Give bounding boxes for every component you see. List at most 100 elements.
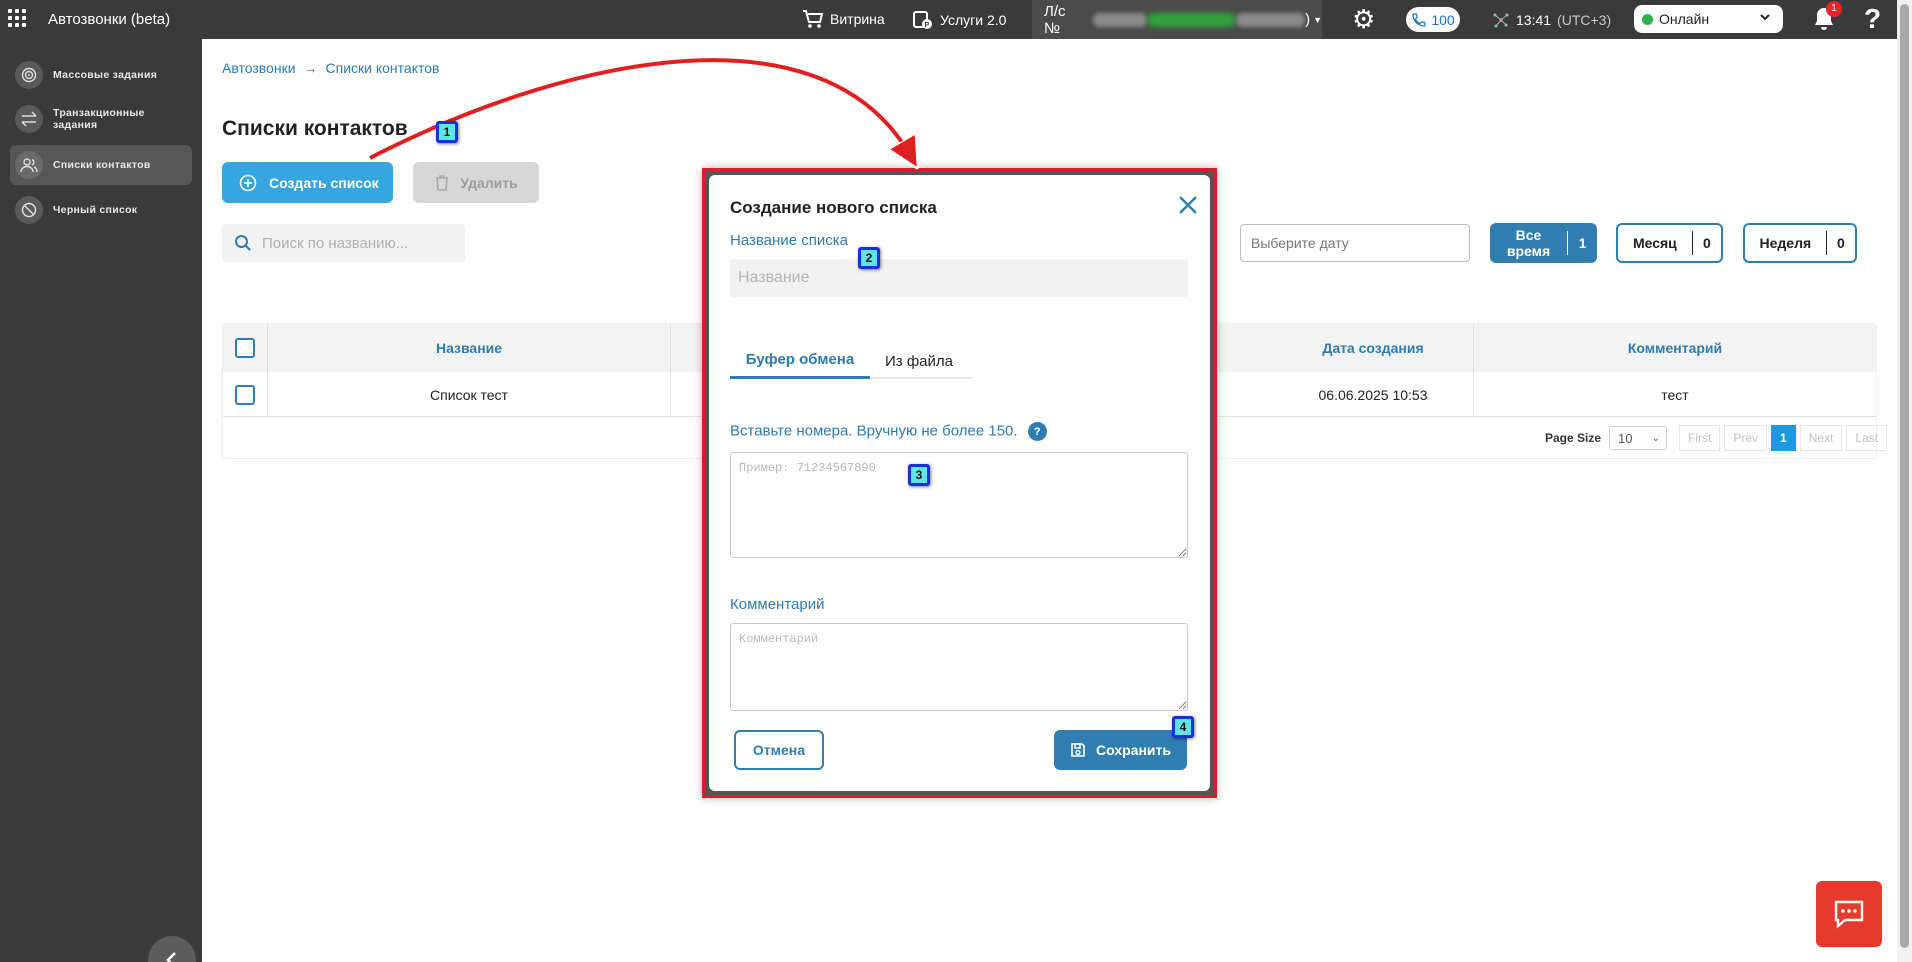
page-current[interactable]: 1 (1771, 425, 1796, 451)
row-checkbox[interactable] (235, 384, 255, 405)
app-title: Автозвонки (beta) (48, 11, 171, 28)
cell-comment: тест (1473, 372, 1876, 417)
help-icon[interactable]: ? (1864, 3, 1881, 35)
account-suffix: ) (1305, 11, 1311, 28)
period-count: 1 (1567, 231, 1597, 255)
select-all-checkbox[interactable] (235, 338, 255, 358)
select-all-cell (223, 324, 267, 372)
plus-circle-icon (239, 174, 257, 191)
column-header-created[interactable]: Дата создания (1273, 324, 1473, 372)
period-month[interactable]: Месяц 0 (1616, 223, 1723, 263)
services-icon: P (913, 11, 932, 29)
account-name-blur (1236, 12, 1306, 27)
source-tabs: Буфер обмена Из файла (730, 343, 972, 379)
create-list-button[interactable]: Создать список (222, 162, 393, 203)
sidebar-item-label: Списки контактов (53, 159, 151, 171)
sidebar-item-blacklist[interactable]: Черный список (10, 190, 192, 230)
gear-icon[interactable]: ⚙ (1352, 6, 1375, 32)
column-header-name[interactable]: Название (267, 324, 670, 372)
list-name-input[interactable] (730, 259, 1188, 297)
sidebar: Массовые задания Транзакционные задания … (0, 39, 202, 962)
trash-icon (436, 174, 449, 191)
vitrina-link[interactable]: Витрина (802, 9, 885, 29)
status-select[interactable]: Онлайн (1634, 5, 1783, 33)
create-list-dialog: Создание нового списка Название списка Б… (709, 175, 1210, 791)
breadcrumb-root[interactable]: Автозвонки (222, 60, 296, 76)
clock-timezone: (UTC+3) (1557, 12, 1612, 28)
account-number-blur (1093, 12, 1148, 27)
clock: 13:41 (UTC+3) (1492, 11, 1611, 29)
page-title: Списки контактов (222, 117, 408, 140)
online-dot-icon (1642, 13, 1653, 25)
floppy-disk-icon (1071, 743, 1085, 757)
date-picker-input[interactable] (1240, 224, 1470, 262)
page-size-select[interactable]: 10 ⌄ (1609, 426, 1668, 450)
period-week[interactable]: Неделя 0 (1743, 223, 1857, 263)
sidebar-item-transactional-tasks[interactable]: Транзакционные задания (10, 99, 192, 139)
create-list-label: Создать список (269, 174, 379, 191)
pagination: Page Size 10 ⌄ First Prev 1 Next Last (1545, 425, 1888, 451)
services-link[interactable]: P Услуги 2.0 (912, 9, 1006, 31)
vitrina-label: Витрина (830, 11, 885, 27)
notifications-badge: 1 (1826, 1, 1842, 17)
breadcrumb-current[interactable]: Списки контактов (326, 60, 440, 76)
page-last[interactable]: Last (1846, 425, 1888, 451)
search-input[interactable] (262, 234, 442, 252)
tab-clipboard[interactable]: Буфер обмена (730, 343, 870, 379)
numbers-textarea[interactable] (730, 452, 1188, 558)
period-all-time[interactable]: Все время 1 (1490, 223, 1597, 263)
page-next[interactable]: Next (1799, 425, 1843, 451)
delete-label: Удалить (460, 174, 518, 191)
delete-button[interactable]: Удалить (413, 162, 539, 203)
comment-textarea[interactable] (730, 623, 1188, 711)
tab-from-file[interactable]: Из файла (870, 343, 968, 379)
page-size-label: Page Size (1545, 431, 1602, 445)
cell-name: Список тест (267, 372, 670, 417)
search-box (222, 224, 465, 262)
services-label: Услуги 2.0 (940, 12, 1007, 28)
phone-icon (1412, 12, 1426, 27)
annotation-marker-4: 4 (1172, 716, 1194, 738)
page-scrollbar[interactable] (1897, 0, 1912, 962)
notifications-bell[interactable]: 1 (1812, 1, 1842, 34)
collapse-sidebar-button[interactable] (148, 936, 196, 962)
breadcrumb-separator: → (303, 60, 318, 76)
scrollbar-thumb[interactable] (1900, 4, 1909, 948)
save-button[interactable]: Сохранить (1054, 730, 1187, 770)
account-prefix: Л/с № (1044, 2, 1066, 37)
block-icon (15, 196, 43, 224)
breadcrumb: Автозвонки → Списки контактов (222, 60, 439, 76)
period-label: Неделя (1759, 235, 1812, 251)
sidebar-item-contact-lists[interactable]: Списки контактов (10, 145, 192, 185)
chat-icon (1834, 900, 1864, 929)
sidebar-item-label: Транзакционные задания (53, 107, 145, 131)
chevron-left-icon (166, 952, 176, 962)
help-circle-icon[interactable]: ? (1027, 422, 1047, 441)
column-header-comment[interactable]: Комментарий (1473, 324, 1876, 372)
network-icon (1493, 13, 1509, 28)
calls-counter[interactable]: 100 (1406, 7, 1460, 32)
cancel-button[interactable]: Отмена (734, 730, 824, 770)
dialog-title: Создание нового списка (730, 198, 937, 217)
search-icon (235, 235, 251, 251)
page-first[interactable]: First (1679, 425, 1721, 451)
account-balance-blur (1147, 12, 1237, 27)
apps-grid-icon[interactable] (8, 9, 28, 29)
caret-down-icon: ▼ (1313, 14, 1322, 25)
chevron-down-icon: ⌄ (1651, 432, 1661, 444)
sidebar-item-label: Массовые задания (53, 69, 158, 81)
chat-button[interactable] (1816, 881, 1882, 947)
numbers-label: Вставьте номера. Вручную не более 150. (730, 422, 1018, 440)
svg-text:P: P (925, 22, 930, 29)
account-selector[interactable]: Л/с № ) ▼ (1032, 0, 1322, 39)
transfer-arrows-icon (15, 105, 43, 133)
close-icon[interactable] (1176, 193, 1200, 217)
page-prev[interactable]: Prev (1724, 425, 1768, 451)
target-icon (15, 61, 43, 89)
status-value: Онлайн (1659, 11, 1710, 27)
calls-count: 100 (1431, 11, 1455, 28)
cell-created: 06.06.2025 10:53 (1318, 386, 1428, 403)
sidebar-item-label: Черный список (53, 204, 138, 216)
annotation-marker-1: 1 (436, 121, 458, 143)
sidebar-item-mass-tasks[interactable]: Массовые задания (10, 55, 192, 95)
